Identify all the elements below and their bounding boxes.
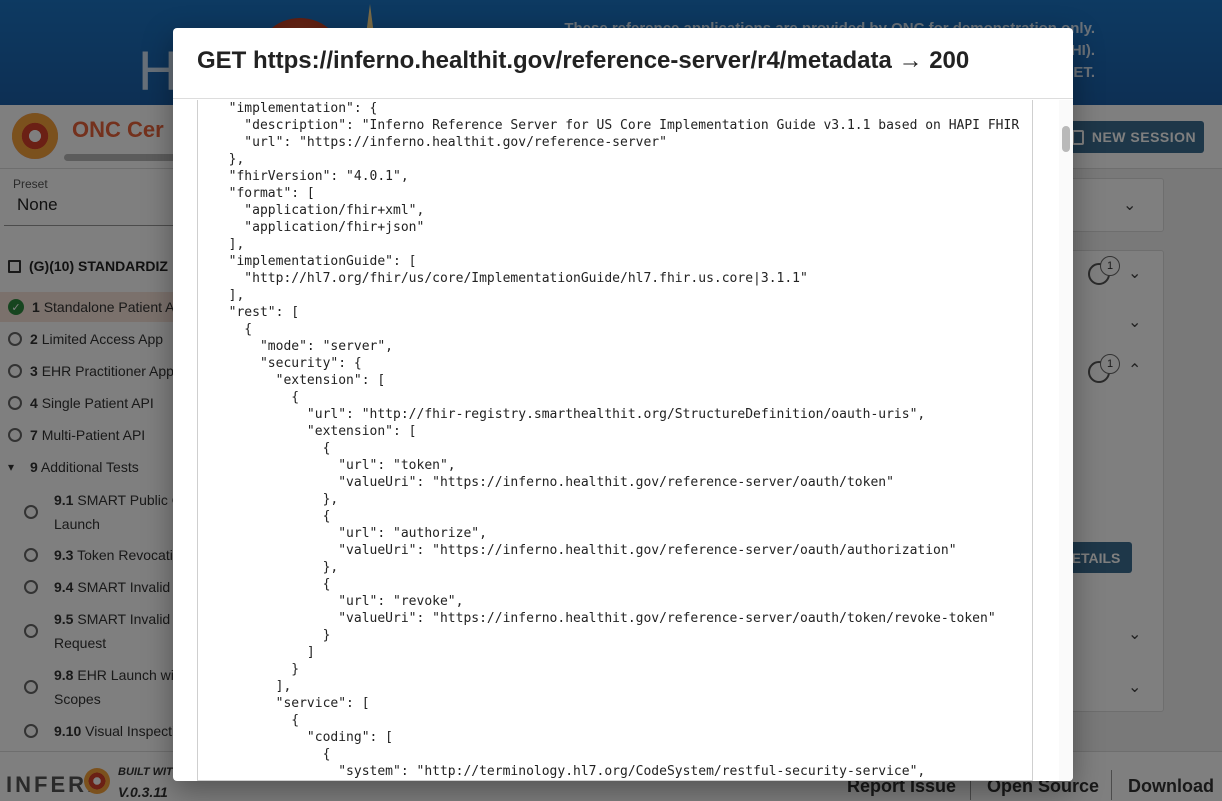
code-line: "coding": [: [213, 730, 394, 745]
code-line: "application/fhir+json": [213, 220, 425, 235]
code-line: "extension": [: [213, 373, 386, 388]
code-line: "fhirVersion": "4.0.1",: [213, 169, 409, 184]
code-line: "url": "token",: [213, 458, 456, 473]
response-body-panel[interactable]: "implementation": { "description": "Infe…: [197, 100, 1033, 781]
code-line: {: [213, 441, 331, 456]
code-line: }: [213, 628, 331, 643]
code-line: ]: [213, 645, 315, 660]
code-line: "valueUri": "https://inferno.healthit.go…: [213, 475, 894, 490]
response-body-code: "implementation": { "description": "Infe…: [198, 100, 1032, 780]
scrollbar-track[interactable]: [1059, 100, 1073, 781]
code-line: "description": "Inferno Reference Server…: [213, 118, 1020, 133]
code-line: },: [213, 560, 339, 575]
code-line: ],: [213, 679, 292, 694]
code-line: "implementation": {: [213, 101, 378, 116]
code-line: }: [213, 662, 300, 677]
code-line: "http://hl7.org/fhir/us/core/Implementat…: [213, 271, 808, 286]
code-line: "url": "https://inferno.healthit.gov/ref…: [213, 135, 667, 150]
code-line: {: [213, 747, 331, 762]
code-line: "system": "http://terminology.hl7.org/Co…: [213, 764, 926, 779]
code-line: "application/fhir+xml",: [213, 203, 425, 218]
code-line: ],: [213, 237, 245, 252]
modal-header: GET https://inferno.healthit.gov/referen…: [173, 28, 1073, 99]
code-line: },: [213, 492, 339, 507]
code-line: {: [213, 390, 300, 405]
code-line: "valueUri": "https://inferno.healthit.go…: [213, 543, 957, 558]
scrollbar-thumb[interactable]: [1062, 126, 1070, 152]
code-line: "format": [: [213, 186, 315, 201]
code-line: "service": [: [213, 696, 370, 711]
code-line: {: [213, 322, 253, 337]
modal-title: GET https://inferno.healthit.gov/referen…: [197, 47, 970, 74]
code-line: "implementationGuide": [: [213, 254, 417, 269]
code-line: "mode": "server",: [213, 339, 394, 354]
code-line: {: [213, 577, 331, 592]
code-line: "security": {: [213, 356, 362, 371]
code-line: "extension": [: [213, 424, 417, 439]
code-line: {: [213, 509, 331, 524]
request-details-modal: GET https://inferno.healthit.gov/referen…: [173, 28, 1073, 781]
code-line: "rest": [: [213, 305, 300, 320]
code-line: "url": "authorize",: [213, 526, 487, 541]
code-line: {: [213, 713, 300, 728]
code-line: "url": "http://fhir-registry.smarthealth…: [213, 407, 926, 422]
code-line: "url": "revoke",: [213, 594, 464, 609]
code-line: "valueUri": "https://inferno.healthit.go…: [213, 611, 996, 626]
code-line: ],: [213, 288, 245, 303]
code-line: },: [213, 152, 245, 167]
